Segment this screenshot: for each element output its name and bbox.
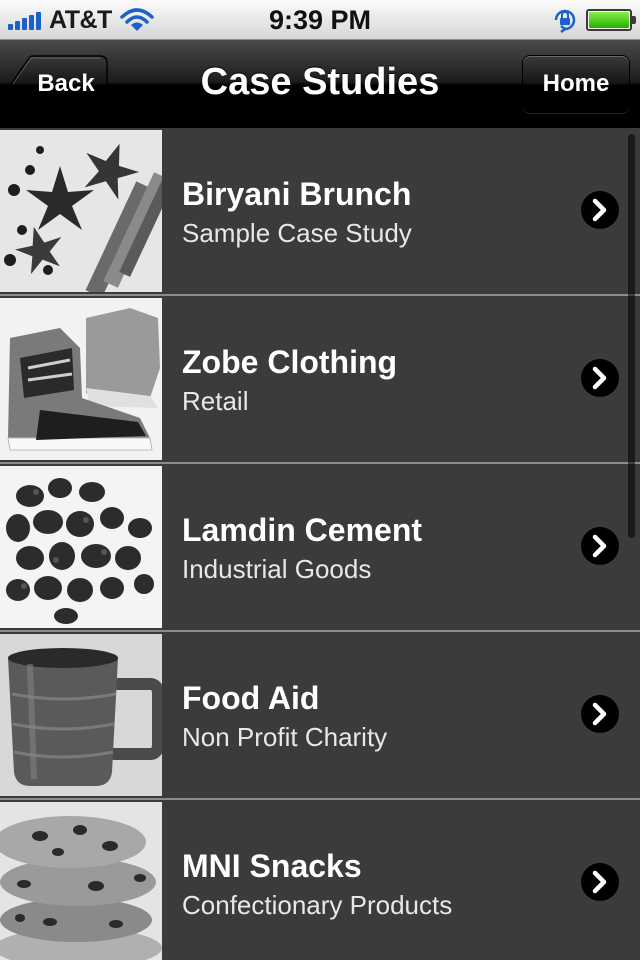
row-subtitle: Sample Case Study [182, 218, 412, 248]
disclosure-button[interactable] [580, 862, 620, 902]
back-button-label: Back [37, 70, 95, 97]
back-button[interactable]: Back [10, 55, 108, 113]
list-item[interactable]: Biryani Brunch Sample Case Study [0, 128, 640, 296]
row-title: Biryani Brunch [182, 176, 412, 212]
list-item[interactable]: Food Aid Non Profit Charity [0, 632, 640, 800]
row-subtitle: Non Profit Charity [182, 722, 388, 752]
status-bar: AT&T 9:39 PM [0, 0, 640, 40]
row-subtitle: Confectionary Products [182, 890, 453, 920]
chevron-right-icon [581, 695, 619, 733]
chevron-right-icon [581, 527, 619, 565]
home-button[interactable]: Home [522, 55, 630, 113]
status-right [552, 0, 636, 40]
list-item[interactable]: MNI Snacks Confectionary Products [0, 800, 640, 960]
list-item[interactable]: Lamdin Cement Industrial Goods [0, 464, 640, 632]
row-subtitle: Retail [182, 386, 249, 416]
rotation-lock-icon [554, 9, 576, 33]
row-title: Lamdin Cement [182, 512, 423, 548]
row-title: MNI Snacks [182, 848, 362, 884]
disclosure-button[interactable] [580, 526, 620, 566]
case-studies-list[interactable]: Biryani Brunch Sample Case Study Zobe Cl… [0, 128, 640, 960]
row-title: Food Aid [182, 680, 320, 716]
chevron-right-icon [581, 863, 619, 901]
disclosure-button[interactable] [580, 190, 620, 230]
disclosure-button[interactable] [580, 694, 620, 734]
sneakers-image [0, 298, 162, 460]
battery-icon [586, 9, 636, 31]
chevron-right-icon [581, 359, 619, 397]
navigation-bar: Case Studies Back Home [0, 40, 640, 128]
list-item[interactable]: Zobe Clothing Retail [0, 296, 640, 464]
cookies-image [0, 802, 162, 960]
disclosure-button[interactable] [580, 358, 620, 398]
spices-image [0, 130, 162, 292]
scrollbar[interactable] [628, 134, 635, 538]
rocks-image [0, 466, 162, 628]
row-title: Zobe Clothing [182, 344, 398, 380]
row-subtitle: Industrial Goods [182, 554, 372, 584]
status-time: 9:39 PM [268, 5, 372, 35]
chevron-right-icon [581, 191, 619, 229]
mug-image [0, 634, 162, 796]
